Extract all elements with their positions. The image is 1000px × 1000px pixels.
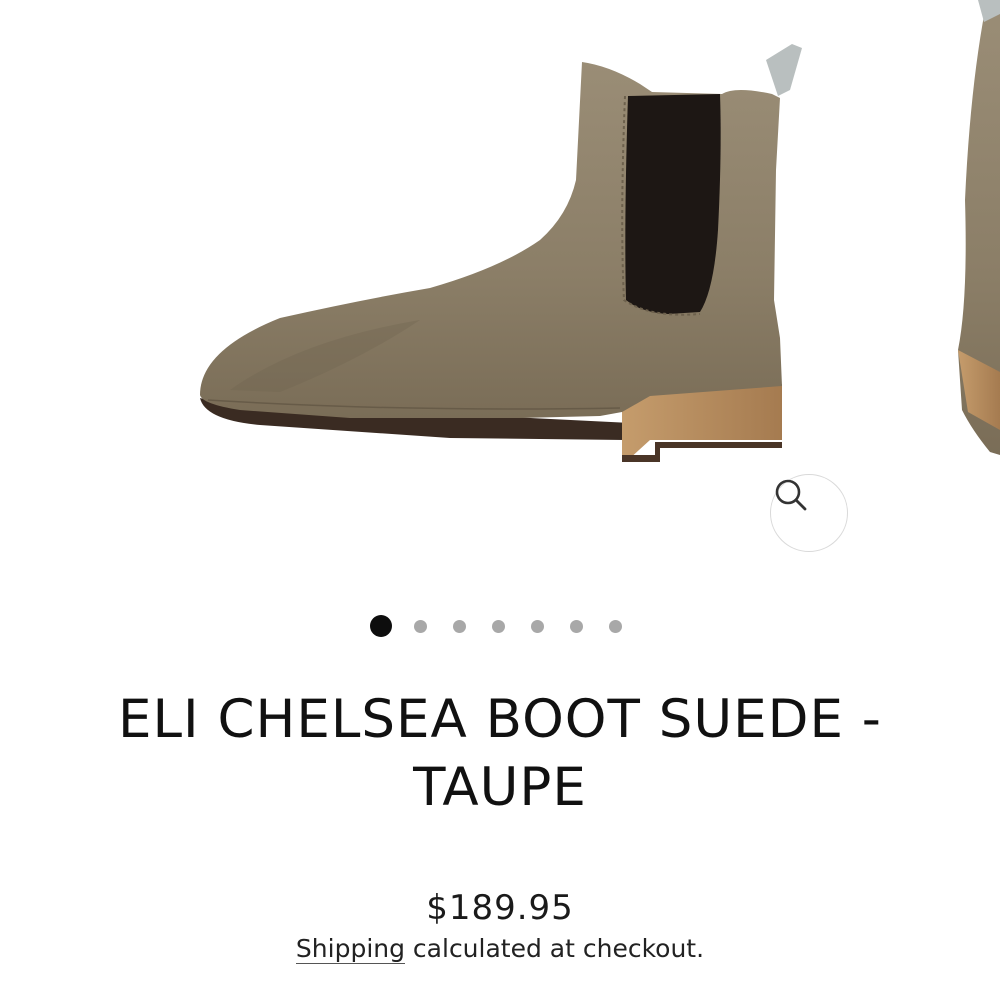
gallery-dot-4[interactable]: [492, 619, 505, 633]
gallery-dot-3[interactable]: [453, 619, 466, 633]
gallery-dot-6[interactable]: [570, 619, 583, 633]
gallery-dot-2[interactable]: [414, 619, 427, 633]
shipping-note: Shipping calculated at checkout.: [0, 934, 1000, 964]
product-price: $189.95: [426, 888, 574, 928]
gallery-dot-7[interactable]: [609, 619, 622, 633]
shipping-link[interactable]: Shipping: [295, 934, 405, 964]
zoom-button[interactable]: [770, 474, 848, 552]
product-image-gallery[interactable]: [0, 0, 1000, 600]
gallery-pagination: [370, 614, 622, 638]
product-title: ELI CHELSEA BOOT SUEDE - TAUPE: [118, 689, 882, 818]
boot-main: [200, 44, 802, 462]
boot-second-partial: [958, 0, 1000, 455]
chelsea-boot-image: [200, 0, 1000, 462]
gallery-dot-1[interactable]: [370, 615, 392, 637]
shipping-note-text: calculated at checkout.: [404, 934, 705, 963]
search-icon: [775, 479, 807, 511]
gallery-dot-5[interactable]: [531, 619, 544, 633]
